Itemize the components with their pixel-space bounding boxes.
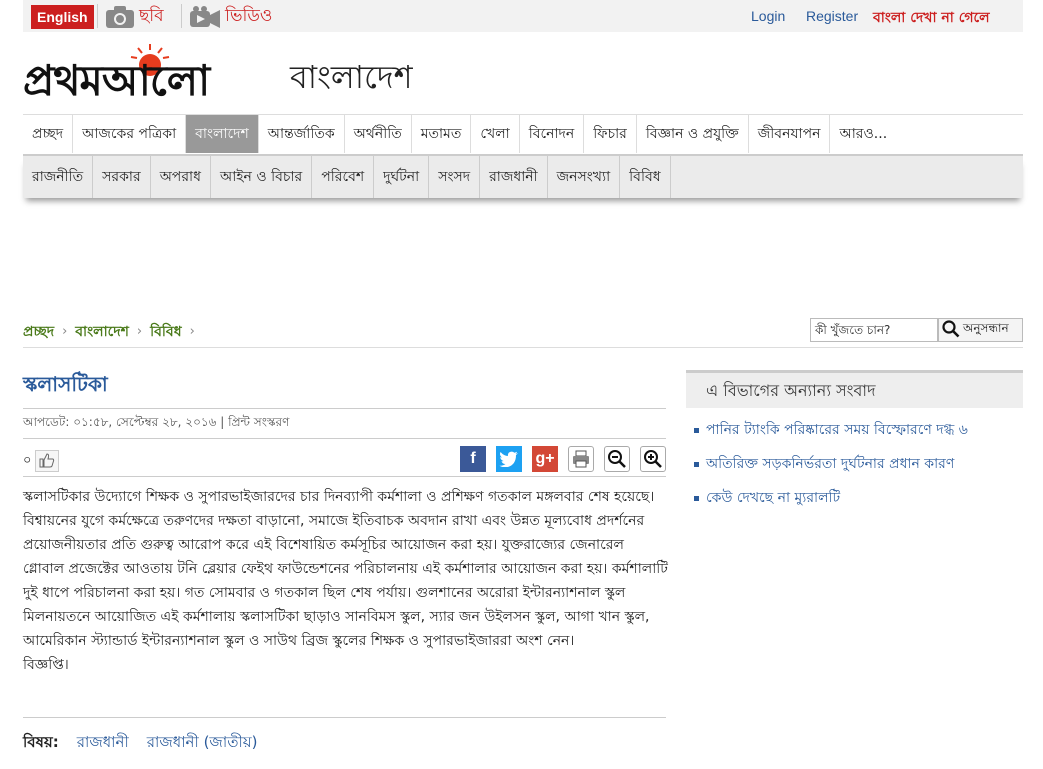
thumbs-up-icon xyxy=(39,452,55,471)
related-news-heading: এ বিভাগের অন্যান্য সংবাদ xyxy=(686,370,1023,408)
topics: বিষয়: রাজধানী রাজধানী (জাতীয়) xyxy=(23,731,257,756)
related-news-item[interactable]: কেউ দেখছে না ম্যুরালটি xyxy=(694,488,968,522)
search-button-label: অনুসন্ধান xyxy=(963,321,1009,335)
topic-link[interactable]: রাজধানী (জাতীয়) xyxy=(147,731,258,756)
like-button[interactable] xyxy=(35,450,60,472)
divider xyxy=(23,717,666,718)
divider xyxy=(97,4,98,28)
google-plus-icon[interactable]: g+ xyxy=(532,446,558,472)
nav-item-feature[interactable]: ফিচার xyxy=(584,115,637,153)
search-icon xyxy=(942,319,960,341)
subnav-item-politics[interactable]: রাজনীতি xyxy=(23,156,94,198)
nav-item-science-tech[interactable]: বিজ্ঞান ও প্রযুক্তি xyxy=(637,115,749,153)
search-input[interactable]: কী খুঁজতে চান? xyxy=(810,318,938,342)
sub-nav: রাজনীতি সরকার অপরাধ আইন ও বিচার পরিবেশ দ… xyxy=(23,156,1023,198)
breadcrumb-home[interactable]: প্রচ্ছদ xyxy=(23,320,54,344)
zoom-out-icon[interactable] xyxy=(604,446,630,472)
nav-item-more[interactable]: আরও... xyxy=(830,115,896,153)
divider xyxy=(181,4,182,28)
login-link[interactable]: Login xyxy=(751,8,785,24)
divider xyxy=(23,476,666,477)
share-toolbar: f g+ xyxy=(460,446,666,472)
nav-item-sports[interactable]: খেলা xyxy=(471,115,520,153)
divider xyxy=(23,408,666,409)
related-news-item[interactable]: অতিরিক্ত সড়কনির্ভরতা দুর্ঘটনার প্রধান ক… xyxy=(694,454,968,488)
article-paragraph: বিজ্ঞপ্তি। xyxy=(23,657,69,673)
topic-link[interactable]: রাজধানী xyxy=(77,731,129,756)
nav-item-economy[interactable]: অর্থনীতি xyxy=(345,115,412,153)
prothom-alo-logo[interactable]: প্রথমআলো xyxy=(23,42,283,105)
nav-item-lifestyle[interactable]: জীবনযাপন xyxy=(749,115,831,153)
video-camera-icon xyxy=(189,5,221,29)
twitter-icon[interactable] xyxy=(496,446,522,472)
subnav-item-environment[interactable]: পরিবেশ xyxy=(312,156,375,198)
like-widget: ০ xyxy=(23,450,60,472)
subnav-item-population[interactable]: জনসংখ্যা xyxy=(548,156,621,198)
related-news-list: পানির ট্যাংকি পরিষ্কারের সময় বিস্ফোরণে … xyxy=(694,420,968,522)
video-label: ভিডিও xyxy=(225,6,273,26)
zoom-in-icon[interactable] xyxy=(640,446,666,472)
search-button[interactable]: অনুসন্ধান xyxy=(938,318,1023,342)
subnav-item-law-justice[interactable]: আইন ও বিচার xyxy=(211,156,313,198)
facebook-icon[interactable]: f xyxy=(460,446,486,472)
logo-text: প্রথমআলো xyxy=(23,56,210,105)
print-icon[interactable] xyxy=(568,446,594,472)
subnav-item-capital[interactable]: রাজধানী xyxy=(480,156,548,198)
chevron-right-icon: › xyxy=(189,324,195,339)
chevron-right-icon: › xyxy=(136,324,143,339)
top-bar: English ছবি ভিডিও Login Register বাংলা দ… xyxy=(23,0,1023,32)
main-nav: প্রচ্ছদ আজকের পত্রিকা বাংলাদেশ আন্তর্জাত… xyxy=(23,114,1023,156)
camera-icon xyxy=(105,5,135,29)
nav-item-bangladesh[interactable]: বাংলাদেশ xyxy=(186,115,259,153)
nav-item-entertainment[interactable]: বিনোদন xyxy=(520,115,585,153)
article-meta: আপডেট: ০১:৫৮, সেপ্টেম্বর ২৮, ২০১৬ | প্রি… xyxy=(23,415,290,429)
video-link[interactable]: ভিডিও xyxy=(189,3,272,31)
nav-item-opinion[interactable]: মতামত xyxy=(412,115,472,153)
breadcrumb-miscellaneous[interactable]: বিবিধ xyxy=(150,320,181,344)
bangla-font-help-link[interactable]: বাংলা দেখা না গেলে xyxy=(873,6,990,30)
nav-item-todays-paper[interactable]: আজকের পত্রিকা xyxy=(73,115,187,153)
subnav-item-government[interactable]: সরকার xyxy=(93,156,151,198)
subnav-item-accident[interactable]: দুর্ঘটনা xyxy=(374,156,430,198)
nav-item-international[interactable]: আন্তর্জাতিক xyxy=(259,115,345,153)
register-link[interactable]: Register xyxy=(806,8,858,24)
divider xyxy=(23,438,666,439)
photo-label: ছবি xyxy=(139,6,164,26)
article-body: স্কলাসটিকার উদ্যোগে শিক্ষক ও সুপারভাইজার… xyxy=(23,485,669,677)
like-count: ০ xyxy=(23,452,32,468)
subnav-item-miscellaneous[interactable]: বিবিধ xyxy=(620,156,671,198)
chevron-right-icon: › xyxy=(62,324,68,339)
topics-label: বিষয়: xyxy=(23,733,59,751)
related-news-item[interactable]: পানির ট্যাংকি পরিষ্কারের সময় বিস্ফোরণে … xyxy=(694,420,968,454)
section-title: বাংলাদেশ xyxy=(290,58,413,96)
nav-item-home[interactable]: প্রচ্ছদ xyxy=(23,115,74,153)
article-paragraph: স্কলাসটিকার উদ্যোগে শিক্ষক ও সুপারভাইজার… xyxy=(23,489,668,649)
photo-link[interactable]: ছবি xyxy=(105,3,164,31)
english-edition-button[interactable]: English xyxy=(31,5,94,29)
subnav-item-parliament[interactable]: সংসদ xyxy=(429,156,481,198)
subnav-item-crime[interactable]: অপরাধ xyxy=(151,156,211,198)
article-title: স্কলাসটিকা xyxy=(23,372,108,396)
breadcrumb-bangladesh[interactable]: বাংলাদেশ xyxy=(75,320,129,344)
